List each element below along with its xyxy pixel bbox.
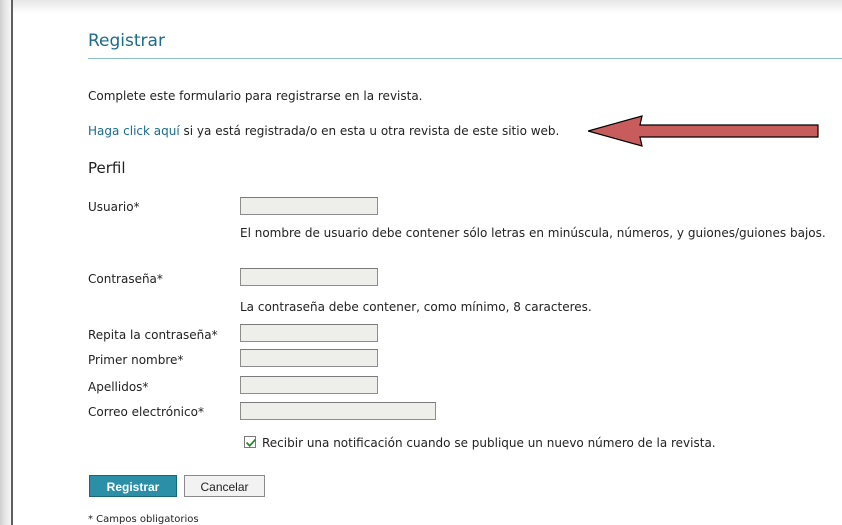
password-hint: La contraseña debe contener, como mínimo…: [240, 300, 592, 314]
username-input[interactable]: [240, 197, 378, 215]
username-hint: El nombre de usuario debe contener sólo …: [240, 226, 826, 240]
email-input[interactable]: [240, 402, 436, 420]
required-fields-note: * Campos obligatorios: [88, 514, 199, 525]
notification-checkbox[interactable]: [244, 436, 257, 448]
login-prompt: Haga click aquí si ya está registrada/o …: [88, 124, 559, 139]
login-link[interactable]: Haga click aquí: [88, 124, 180, 138]
repeat-password-label: Repita la contraseña*: [88, 328, 218, 342]
last-name-label: Apellidos*: [88, 380, 149, 394]
intro-text: Complete este formulario para registrars…: [88, 89, 423, 103]
username-label: Usuario*: [88, 200, 140, 214]
register-button[interactable]: Registrar: [89, 475, 177, 497]
page-title: Registrar: [88, 31, 165, 51]
repeat-password-input[interactable]: [240, 324, 378, 342]
last-name-input[interactable]: [240, 376, 378, 394]
notification-label: Recibir una notificación cuando se publi…: [262, 436, 716, 450]
login-prompt-text: si ya está registrada/o en esta u otra r…: [179, 124, 560, 138]
first-name-input[interactable]: [240, 349, 378, 367]
profile-section-title: Perfil: [88, 159, 126, 177]
registration-page: Registrar Complete este formulario para …: [0, 0, 842, 525]
first-name-label: Primer nombre*: [88, 353, 184, 367]
content-area: Registrar Complete este formulario para …: [0, 0, 842, 525]
password-label: Contraseña*: [88, 272, 163, 286]
cancel-button[interactable]: Cancelar: [184, 475, 265, 497]
title-divider: [88, 58, 842, 59]
left-arrow-icon: [588, 115, 819, 147]
check-icon: [245, 438, 257, 448]
email-label: Correo electrónico*: [88, 405, 204, 419]
password-input[interactable]: [240, 268, 378, 286]
